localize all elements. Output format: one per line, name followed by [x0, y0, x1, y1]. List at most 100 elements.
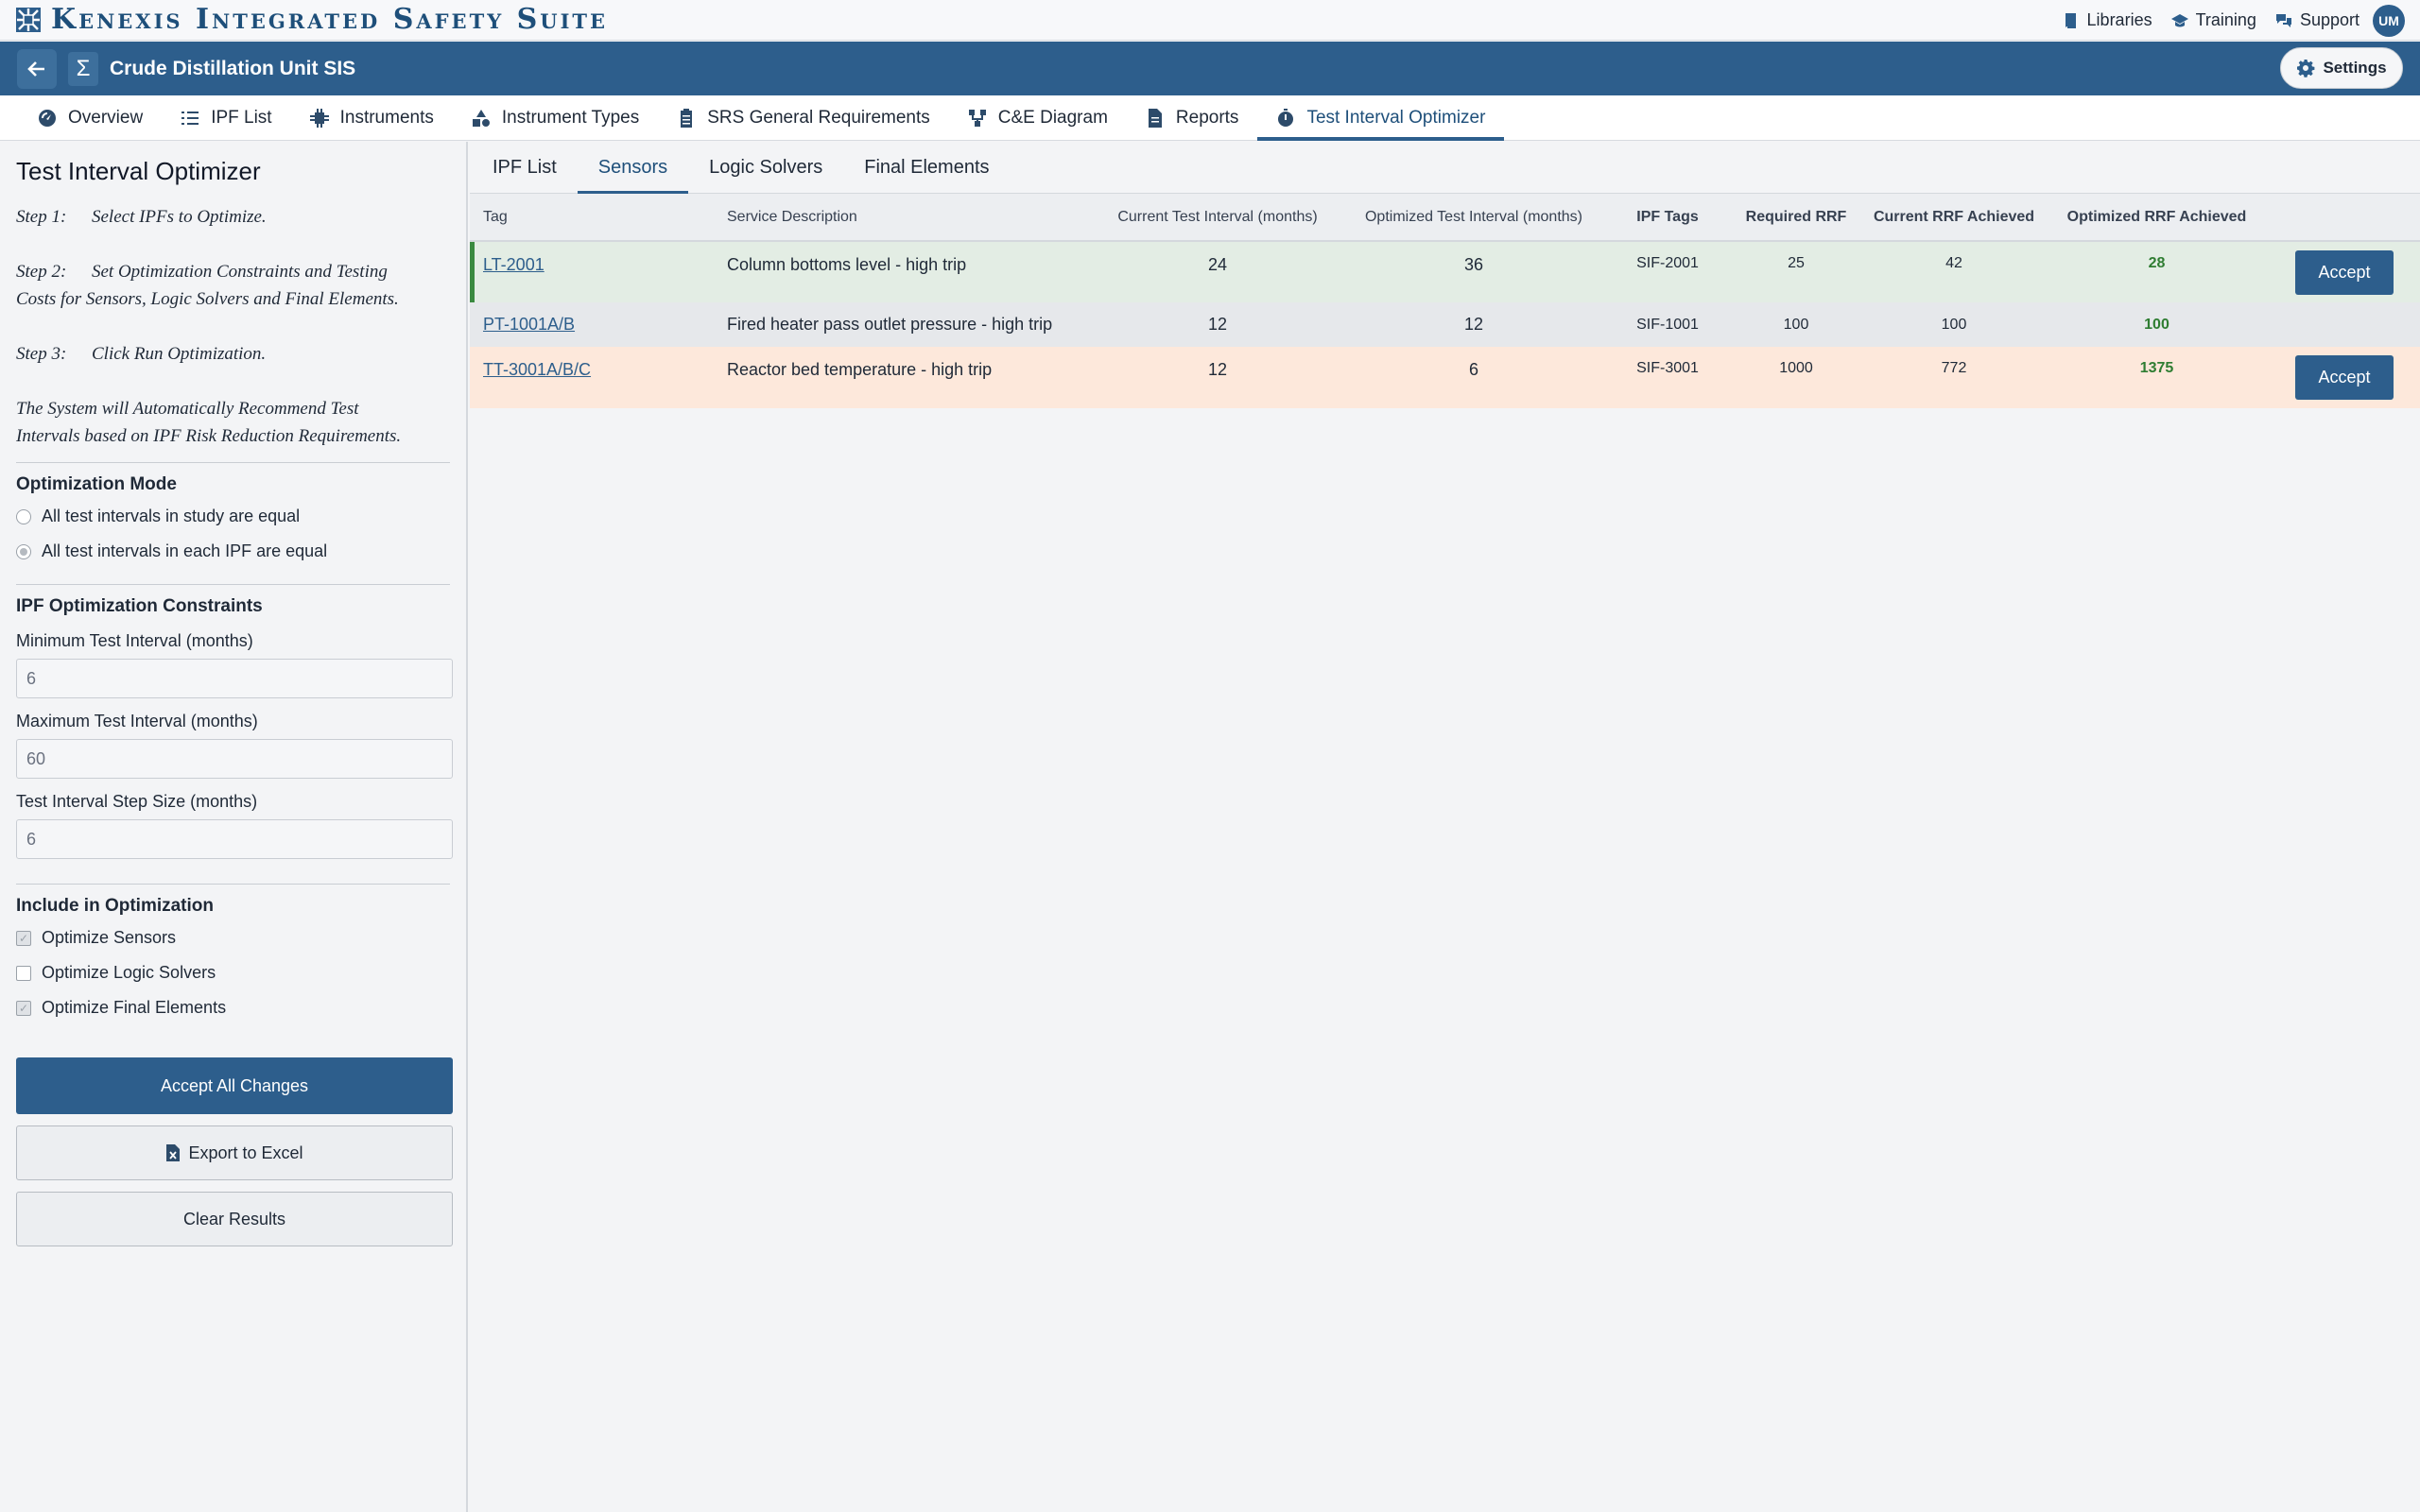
step-number: Step 1: — [16, 207, 67, 227]
optimized-rrf-cell: 1375 — [2139, 360, 2174, 376]
accept-all-changes-button[interactable]: Accept All Changes — [16, 1057, 453, 1114]
main-tabs: Overview IPF List Instruments Instrument… — [0, 95, 2420, 141]
user-avatar[interactable]: UM — [2373, 4, 2405, 37]
current-interval-cell: 24 — [1207, 255, 1228, 274]
auto-recommend-note: The System will Automatically Recommend … — [16, 399, 359, 419]
checkbox-checked[interactable]: ✓ — [16, 1000, 31, 1016]
tab-label: Instrument Types — [501, 107, 640, 128]
current-interval-cell: 12 — [1207, 360, 1228, 379]
accept-button[interactable]: Accept — [2295, 249, 2394, 295]
required-rrf-cell: 100 — [1783, 316, 1809, 333]
radio-button-selected[interactable] — [16, 543, 31, 559]
back-button[interactable] — [17, 48, 57, 89]
subtab-logic-solvers[interactable]: Logic Solvers — [688, 142, 843, 193]
tab-ipf-list[interactable]: IPF List — [162, 95, 290, 140]
checkbox-label: Optimize Logic Solvers — [42, 963, 216, 982]
tag-cell[interactable]: TT-3001A/B/C — [470, 347, 714, 408]
export-to-excel-button[interactable]: Export to Excel — [16, 1125, 453, 1180]
optimized-interval-cell: 6 — [1468, 360, 1478, 379]
table-row: LT-2001 Column bottoms level - high trip… — [470, 241, 2420, 302]
app-title: Kenexis Integrated Safety Suite — [51, 3, 609, 36]
col-optimized-rrf[interactable]: Optimized RRF Achieved — [2045, 194, 2269, 241]
tag-link[interactable]: TT-3001A/B/C — [483, 360, 591, 379]
min-interval-input[interactable]: 6 — [16, 659, 453, 698]
step-number: Step 3: — [16, 344, 67, 364]
ipf-tag-cell: SIF-1001 — [1636, 316, 1699, 333]
chip-icon — [309, 108, 329, 128]
step-text: Select IPFs to Optimize. — [92, 207, 267, 227]
support-label: Support — [2299, 10, 2360, 29]
project-bar: Σ Crude Distillation Unit SIS Settings — [0, 42, 2420, 95]
settings-button[interactable]: Settings — [2280, 47, 2403, 89]
current-interval-cell: 12 — [1207, 315, 1228, 334]
radio-button[interactable] — [16, 508, 31, 524]
tab-label: Reports — [1175, 107, 1239, 128]
excel-file-icon — [166, 1144, 181, 1161]
col-current-rrf[interactable]: Current RRF Achieved — [1863, 194, 2045, 241]
step-2-continued: Costs for Sensors, Logic Solvers and Fin… — [16, 289, 399, 309]
tag-cell[interactable]: LT-2001 — [470, 241, 714, 302]
step-size-input[interactable]: 6 — [16, 819, 453, 859]
optimize-logic-solvers-option[interactable]: Optimize Logic Solvers — [16, 955, 450, 990]
optimize-final-elements-option[interactable]: ✓ Optimize Final Elements — [16, 990, 450, 1025]
tag-cell[interactable]: PT-1001A/B — [470, 302, 714, 347]
brand[interactable]: Kenexis Integrated Safety Suite — [15, 6, 608, 34]
optimize-sensors-option[interactable]: ✓ Optimize Sensors — [16, 920, 450, 955]
action-cell: Accept — [2269, 241, 2420, 302]
sensors-table: Tag Service Description Current Test Int… — [470, 194, 2420, 408]
tag-link[interactable]: LT-2001 — [483, 255, 544, 274]
clipboard-icon — [681, 108, 693, 128]
tab-label: Overview — [68, 107, 144, 128]
support-link[interactable]: Support — [2275, 10, 2360, 30]
subtab-final-elements[interactable]: Final Elements — [843, 142, 1010, 193]
col-optimized-test-interval[interactable]: Optimized Test Interval (months) — [1341, 194, 1606, 241]
col-current-test-interval[interactable]: Current Test Interval (months) — [1094, 194, 1341, 241]
description-cell: Reactor bed temperature - high trip — [727, 360, 993, 379]
action-cell: Accept — [2269, 347, 2420, 408]
tab-instrument-types[interactable]: Instrument Types — [453, 95, 658, 140]
chat-bubbles-icon — [2275, 13, 2291, 27]
tab-label: C&E Diagram — [997, 107, 1108, 128]
checkbox[interactable] — [16, 965, 31, 981]
accept-button[interactable]: Accept — [2295, 355, 2394, 400]
action-cell — [2269, 302, 2420, 347]
optimized-rrf-cell: 28 — [2148, 255, 2166, 271]
max-interval-input[interactable]: 60 — [16, 739, 453, 779]
clear-results-button[interactable]: Clear Results — [16, 1192, 453, 1246]
table-header-row: Tag Service Description Current Test Int… — [470, 194, 2420, 241]
col-service-description[interactable]: Service Description — [714, 194, 1094, 241]
checkbox-label: Optimize Final Elements — [42, 998, 227, 1017]
stopwatch-icon — [1278, 108, 1294, 127]
checkbox-checked[interactable]: ✓ — [16, 930, 31, 946]
mode-option-study-equal[interactable]: All test intervals in study are equal — [16, 499, 450, 534]
tab-srs-general-requirements[interactable]: SRS General Requirements — [658, 95, 949, 140]
tag-link[interactable]: PT-1001A/B — [483, 315, 575, 334]
col-required-rrf[interactable]: Required RRF — [1729, 194, 1863, 241]
mode-option-ipf-equal[interactable]: All test intervals in each IPF are equal — [16, 534, 450, 569]
tab-instruments[interactable]: Instruments — [291, 95, 453, 140]
tab-test-interval-optimizer[interactable]: Test Interval Optimizer — [1257, 95, 1505, 141]
table-row: TT-3001A/B/C Reactor bed temperature - h… — [470, 347, 2420, 408]
tab-reports[interactable]: Reports — [1127, 95, 1258, 140]
settings-label: Settings — [2323, 59, 2387, 77]
col-tag[interactable]: Tag — [470, 194, 714, 241]
libraries-link[interactable]: Libraries — [2063, 10, 2152, 30]
tab-ce-diagram[interactable]: C&E Diagram — [949, 95, 1127, 140]
optimizer-sidebar: Test Interval Optimizer Step 1: Select IP… — [0, 142, 468, 1512]
max-interval-label: Maximum Test Interval (months) — [16, 712, 258, 730]
list-icon — [182, 111, 199, 125]
step-1: Step 1: Select IPFs to Optimize. — [16, 203, 450, 231]
required-rrf-cell: 25 — [1788, 255, 1805, 271]
tab-label: SRS General Requirements — [707, 107, 930, 128]
subtab-ipf-list[interactable]: IPF List — [472, 142, 578, 193]
subtab-sensors[interactable]: Sensors — [577, 142, 689, 194]
tab-overview[interactable]: Overview — [19, 95, 162, 140]
results-area: IPF List Sensors Logic Solvers Final Ele… — [470, 142, 2420, 1512]
step-3: Step 3: Click Run Optimization. — [16, 340, 450, 368]
description-cell: Column bottoms level - high trip — [727, 255, 967, 274]
arrow-left-icon — [27, 60, 44, 77]
training-link[interactable]: Training — [2170, 10, 2256, 30]
col-ipf-tags[interactable]: IPF Tags — [1606, 194, 1729, 241]
divider — [16, 462, 450, 463]
shapes-icon — [472, 109, 490, 127]
